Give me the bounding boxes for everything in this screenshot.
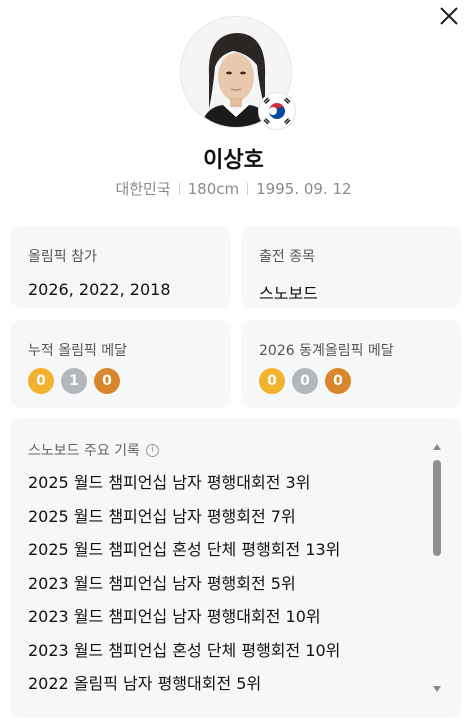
list-item: 2025 월드 챔피언십 남자 평행대회전 3위	[28, 473, 311, 492]
silver-medal-count: 1	[61, 368, 87, 394]
records-title-text: 스노보드 주요 기록	[28, 443, 140, 459]
athlete-height: 180cm	[187, 180, 240, 198]
medal-counts: 0 1 0	[28, 368, 120, 394]
gold-medal-count: 0	[259, 368, 285, 394]
scrollbar[interactable]	[430, 442, 444, 692]
athlete-birthdate: 1995. 09. 12	[256, 180, 352, 198]
bronze-medal-count: 0	[94, 368, 120, 394]
silver-medal-count: 0	[292, 368, 318, 394]
card-value: 스노보드	[259, 284, 318, 303]
card-label: 누적 올림픽 메달	[28, 343, 128, 359]
list-item: 2025 월드 챔피언십 남자 평행회전 7위	[28, 506, 296, 526]
list-item: 2025 월드 챔피언십 혼성 단체 평행회전 13위	[28, 540, 341, 559]
list-item: 2023 월드 챔피언십 남자 평행회전 5위	[28, 573, 296, 593]
gold-medal-count: 0	[28, 368, 54, 394]
card-value: 2026, 2022, 2018	[28, 280, 171, 299]
scroll-down-arrow-icon[interactable]	[433, 686, 441, 692]
records-list: 2025 월드 챔피언십 남자 평행대회전 3위 2025 월드 챔피언십 남자…	[28, 470, 340, 705]
divider	[178, 183, 180, 195]
athlete-meta: 대한민국 180cm 1995. 09. 12	[0, 178, 467, 199]
medal-counts: 0 0 0	[259, 368, 351, 394]
scroll-thumb[interactable]	[433, 460, 441, 556]
profile-avatar-group	[180, 16, 296, 130]
card-label: 올림픽 참가	[28, 249, 97, 265]
total-medals-card: 누적 올림픽 메달 0 1 0	[10, 320, 231, 408]
scroll-up-arrow-icon[interactable]	[433, 444, 441, 450]
list-item: 2023 월드 챔피언십 혼성 단체 평행회전 10위	[28, 640, 341, 660]
list-item: 2023 월드 챔피언십 남자 평행대회전 10위	[28, 607, 321, 626]
korea-flag-icon	[258, 92, 296, 130]
records-card: 스노보드 주요 기록 i 2025 월드 챔피언십 남자 평행대회전 3위 20…	[10, 418, 461, 718]
divider	[247, 183, 249, 195]
bronze-medal-count: 0	[325, 368, 351, 394]
athlete-country: 대한민국	[115, 180, 171, 198]
close-button[interactable]	[436, 4, 464, 30]
athlete-name: 이상호	[203, 148, 264, 173]
card-label: 2026 동계올림픽 메달	[259, 343, 394, 359]
info-icon[interactable]: i	[145, 443, 159, 457]
winter-2026-medals-card: 2026 동계올림픽 메달 0 0 0	[241, 320, 461, 408]
card-label: 출전 종목	[259, 249, 315, 265]
event-card: 출전 종목 스노보드	[241, 226, 461, 308]
records-title: 스노보드 주요 기록 i	[28, 440, 159, 460]
close-icon	[440, 7, 458, 25]
list-item: 2022 올림픽 남자 평행대회전 5위	[28, 674, 262, 693]
olympics-participation-card: 올림픽 참가 2026, 2022, 2018	[10, 226, 231, 308]
